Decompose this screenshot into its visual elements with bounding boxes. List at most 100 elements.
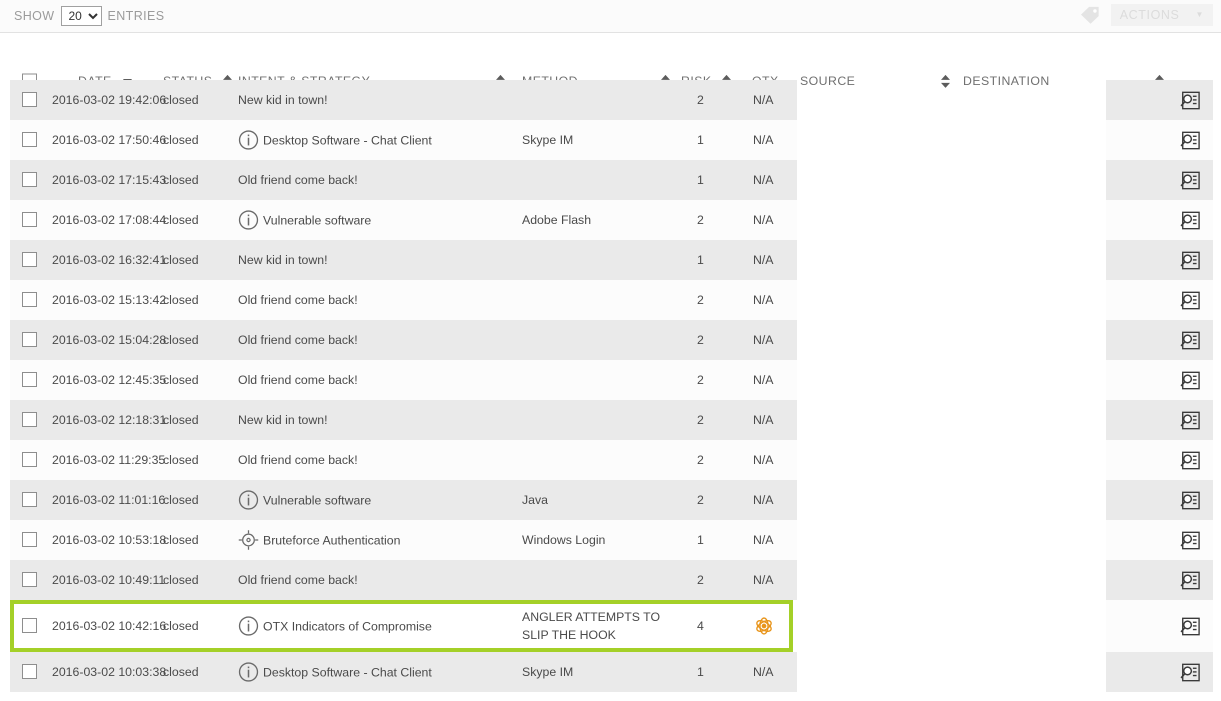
table-row[interactable]: 2016-03-02 11:01:16 closed Vulnerable soft… <box>0 480 1221 520</box>
row-intent: Desktop Software - Chat Client <box>238 662 432 683</box>
row-checkbox-cell[interactable] <box>22 212 37 227</box>
otx-logo-icon[interactable] <box>753 615 775 637</box>
row-risk: 2 <box>697 213 704 227</box>
row-inspect-action[interactable] <box>1180 171 1200 190</box>
table-row[interactable]: 2016-03-02 10:53:18 closed Bruteforce Auth… <box>0 520 1221 560</box>
row-checkbox-cell[interactable] <box>22 292 37 307</box>
row-inspect-action[interactable] <box>1180 291 1200 310</box>
row-checkbox-cell[interactable] <box>22 532 37 547</box>
row-checkbox[interactable] <box>22 212 37 227</box>
row-checkbox[interactable] <box>22 618 37 633</box>
row-intent: OTX Indicators of Compromise <box>238 616 432 637</box>
table-row[interactable]: 2016-03-02 10:03:38 closed Desktop Softwar… <box>0 652 1221 692</box>
row-status: closed <box>163 373 199 387</box>
row-status: closed <box>163 573 199 587</box>
table-row[interactable]: 2016-03-02 11:29:35 closed Old friend come… <box>0 440 1221 480</box>
row-otx: N/A <box>753 413 774 427</box>
otx-value: N/A <box>753 573 774 587</box>
row-checkbox[interactable] <box>22 372 37 387</box>
row-otx: N/A <box>753 453 774 467</box>
row-inspect-action[interactable] <box>1180 451 1200 470</box>
table-row[interactable]: 2016-03-02 12:18:31 closed New kid in town… <box>0 400 1221 440</box>
row-risk: 4 <box>697 619 704 633</box>
row-method: Windows Login <box>522 533 606 547</box>
row-checkbox[interactable] <box>22 532 37 547</box>
inspect-icon[interactable] <box>1180 571 1200 590</box>
table-row[interactable]: 2016-03-02 17:15:43 closed Old friend come… <box>0 160 1221 200</box>
row-inspect-action[interactable] <box>1180 251 1200 270</box>
table-row[interactable]: 2016-03-02 10:49:11 closed Old friend come… <box>0 560 1221 600</box>
row-checkbox-cell[interactable] <box>22 92 37 107</box>
row-intent-label: Desktop Software - Chat Client <box>263 133 432 147</box>
row-checkbox-cell[interactable] <box>22 372 37 387</box>
inspect-icon[interactable] <box>1180 531 1200 550</box>
table-body: 2016-03-02 19:42:06 closed New kid in town… <box>0 80 1221 701</box>
row-inspect-action[interactable] <box>1180 91 1200 110</box>
row-inspect-action[interactable] <box>1180 663 1200 682</box>
row-checkbox[interactable] <box>22 572 37 587</box>
row-inspect-action[interactable] <box>1180 531 1200 550</box>
row-inspect-action[interactable] <box>1180 331 1200 350</box>
row-checkbox[interactable] <box>22 92 37 107</box>
inspect-icon[interactable] <box>1180 91 1200 110</box>
row-checkbox[interactable] <box>22 332 37 347</box>
row-inspect-action[interactable] <box>1180 617 1200 636</box>
table-row[interactable]: 2016-03-02 10:42:16 closed OTX Indicators … <box>0 600 1221 652</box>
row-checkbox-cell[interactable] <box>22 618 37 633</box>
row-inspect-action[interactable] <box>1180 211 1200 230</box>
row-status: closed <box>163 413 199 427</box>
table-row[interactable]: 2016-03-02 17:08:44 closed Vulnerable soft… <box>0 200 1221 240</box>
row-checkbox[interactable] <box>22 172 37 187</box>
row-checkbox-cell[interactable] <box>22 412 37 427</box>
inspect-icon[interactable] <box>1180 331 1200 350</box>
table-row[interactable]: 2016-03-02 15:04:28 closed Old friend come… <box>0 320 1221 360</box>
row-status: closed <box>163 213 199 227</box>
table-row[interactable]: 2016-03-02 16:32:41 closed New kid in town… <box>0 240 1221 280</box>
inspect-icon[interactable] <box>1180 663 1200 682</box>
row-checkbox[interactable] <box>22 132 37 147</box>
row-checkbox[interactable] <box>22 664 37 679</box>
row-inspect-action[interactable] <box>1180 491 1200 510</box>
row-checkbox-cell[interactable] <box>22 172 37 187</box>
alarms-table-page: SHOW 20 ENTRIES ACTIONS ▼ DATE <box>0 0 1221 701</box>
row-inspect-action[interactable] <box>1180 411 1200 430</box>
inspect-icon[interactable] <box>1180 371 1200 390</box>
row-checkbox-cell[interactable] <box>22 664 37 679</box>
table-row[interactable]: 2016-03-02 15:13:42 closed Old friend come… <box>0 280 1221 320</box>
row-status: closed <box>163 253 199 267</box>
row-inspect-action[interactable] <box>1180 371 1200 390</box>
row-inspect-action[interactable] <box>1180 571 1200 590</box>
row-checkbox[interactable] <box>22 452 37 467</box>
row-intent-label: Old friend come back! <box>238 373 358 387</box>
inspect-icon[interactable] <box>1180 291 1200 310</box>
inspect-icon[interactable] <box>1180 211 1200 230</box>
table-row[interactable]: 2016-03-02 19:42:06 closed New kid in town… <box>0 80 1221 120</box>
table-row[interactable]: 2016-03-02 17:50:46 closed Desktop Softwar… <box>0 120 1221 160</box>
row-intent-label: Vulnerable software <box>263 213 372 227</box>
otx-value: N/A <box>753 413 774 427</box>
row-checkbox[interactable] <box>22 492 37 507</box>
row-checkbox-cell[interactable] <box>22 572 37 587</box>
row-checkbox-cell[interactable] <box>22 332 37 347</box>
row-intent: Old friend come back! <box>238 293 358 307</box>
inspect-icon[interactable] <box>1180 617 1200 636</box>
inspect-icon[interactable] <box>1180 131 1200 150</box>
row-checkbox-cell[interactable] <box>22 452 37 467</box>
row-checkbox[interactable] <box>22 292 37 307</box>
inspect-icon[interactable] <box>1180 411 1200 430</box>
row-checkbox[interactable] <box>22 252 37 267</box>
inspect-icon[interactable] <box>1180 451 1200 470</box>
row-checkbox[interactable] <box>22 412 37 427</box>
inspect-icon[interactable] <box>1180 491 1200 510</box>
row-risk: 1 <box>697 253 704 267</box>
row-intent: New kid in town! <box>238 93 328 107</box>
table-row[interactable]: 2016-03-02 12:45:35 closed Old friend come… <box>0 360 1221 400</box>
row-intent-label: Bruteforce Authentication <box>263 533 401 547</box>
row-checkbox-cell[interactable] <box>22 252 37 267</box>
inspect-icon[interactable] <box>1180 251 1200 270</box>
row-date: 2016-03-02 12:18:31 <box>52 413 167 427</box>
row-checkbox-cell[interactable] <box>22 492 37 507</box>
row-checkbox-cell[interactable] <box>22 132 37 147</box>
inspect-icon[interactable] <box>1180 171 1200 190</box>
row-inspect-action[interactable] <box>1180 131 1200 150</box>
